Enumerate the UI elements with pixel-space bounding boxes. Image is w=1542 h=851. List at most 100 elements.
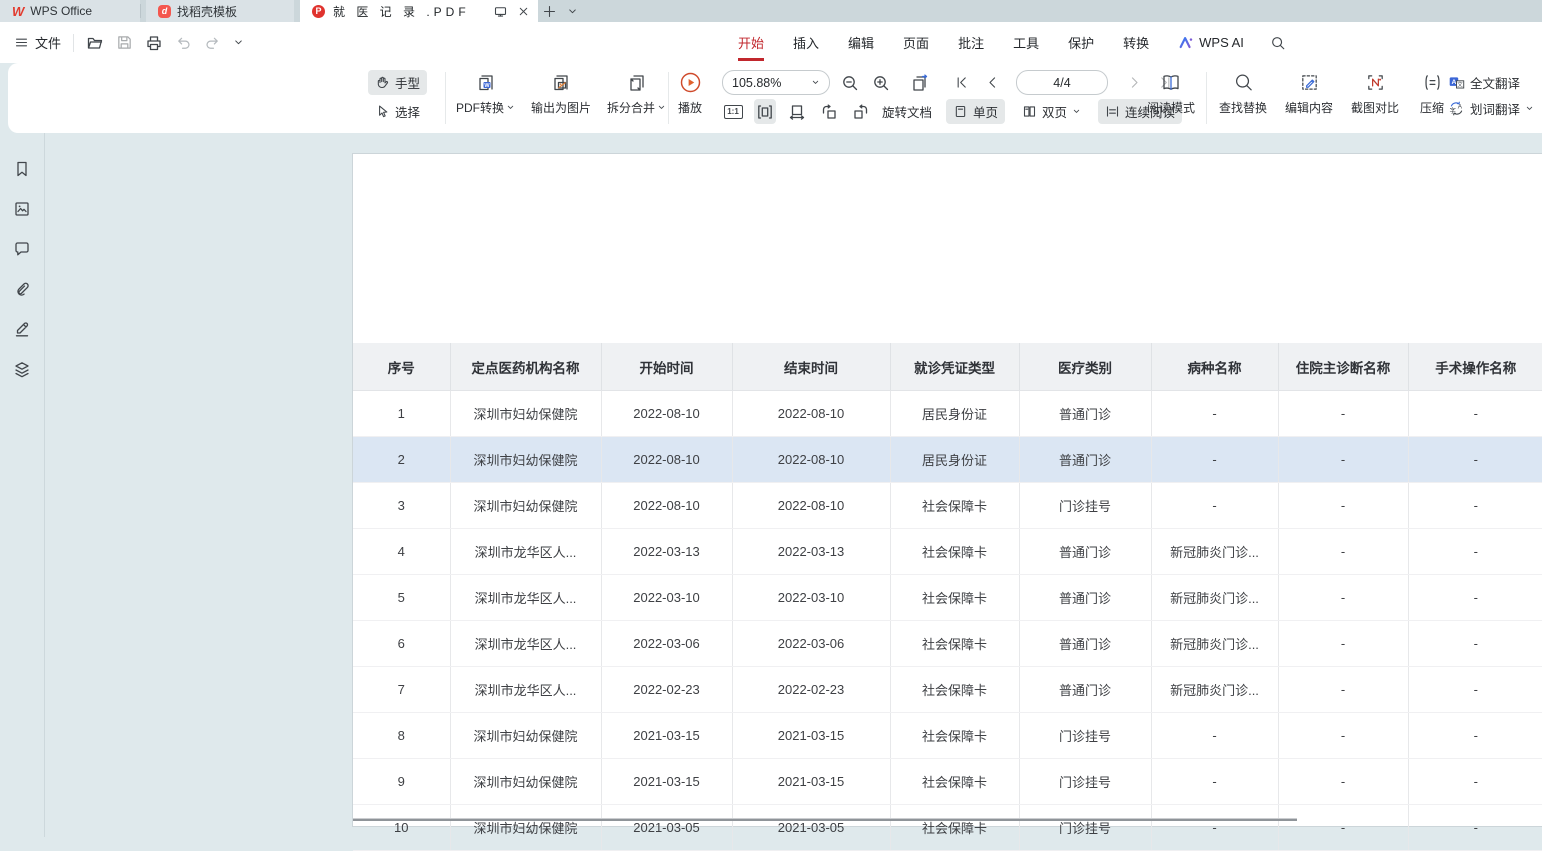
- export-as-image-button[interactable]: 输出为图片: [531, 70, 591, 116]
- previous-page-button[interactable]: [981, 70, 1003, 95]
- menu-tab-comment[interactable]: 批注: [958, 33, 984, 52]
- zoom-level-select[interactable]: 105.88%: [722, 70, 830, 95]
- single-page-button[interactable]: 单页: [946, 99, 1005, 124]
- tab-wps-home-label: WPS Office: [30, 4, 92, 18]
- table-cell: -: [1278, 483, 1408, 529]
- first-page-button[interactable]: [950, 70, 972, 95]
- column-header: 开始时间: [601, 343, 732, 391]
- find-replace-button[interactable]: 查找替换: [1214, 70, 1272, 116]
- full-translate-button[interactable]: A文 全文翻译: [1448, 73, 1534, 92]
- table-cell: -: [1278, 437, 1408, 483]
- table-cell: 深圳市妇幼保健院: [450, 391, 601, 437]
- left-panel-sidebar: [0, 133, 45, 837]
- comment-icon[interactable]: [13, 240, 31, 258]
- docer-icon: d: [158, 5, 171, 18]
- bookmark-icon[interactable]: [13, 160, 31, 178]
- tab-list-chevron-icon[interactable]: [567, 6, 578, 17]
- search-icon[interactable]: [1270, 35, 1286, 51]
- table-cell: -: [1151, 483, 1278, 529]
- single-page-icon: [953, 104, 968, 119]
- close-tab-icon[interactable]: [517, 5, 530, 18]
- table-cell: -: [1408, 529, 1542, 575]
- next-page-button[interactable]: [1123, 70, 1145, 95]
- compress-button[interactable]: 压缩: [1412, 70, 1452, 116]
- rotate-right-icon: [852, 103, 870, 121]
- menu-row: 文件 开始 插入 编辑 页面 批注 工具 保护 转换 WPS AI: [0, 22, 1542, 63]
- rotate-document-label[interactable]: 旋转文档: [882, 102, 932, 121]
- table-cell: -: [1408, 713, 1542, 759]
- select-tool-button[interactable]: 选择: [368, 99, 427, 124]
- read-mode-button[interactable]: 阅读模式: [1143, 70, 1199, 116]
- table-cell: 门诊挂号: [1019, 805, 1151, 851]
- zoom-out-button[interactable]: [839, 70, 861, 95]
- chevron-down-icon: [657, 103, 666, 112]
- attachment-paperclip-icon[interactable]: [13, 280, 31, 298]
- file-menu-button[interactable]: 文件: [14, 33, 61, 52]
- word-translate-button[interactable]: 字A 划词翻译: [1448, 99, 1534, 118]
- menu-tab-edit[interactable]: 编辑: [848, 33, 874, 52]
- save-icon[interactable]: [116, 34, 133, 51]
- signature-pen-icon[interactable]: [13, 320, 31, 338]
- table-cell: 门诊挂号: [1019, 483, 1151, 529]
- table-cell: -: [1151, 805, 1278, 851]
- layers-icon[interactable]: [13, 360, 31, 378]
- table-cell: 2021-03-15: [601, 713, 732, 759]
- one-to-one-icon: 1:1: [724, 105, 743, 119]
- table-cell: 6: [353, 621, 450, 667]
- table-cell: 2: [353, 437, 450, 483]
- hand-tool-button[interactable]: 手型: [368, 70, 427, 95]
- table-row: 9深圳市妇幼保健院2021-03-152021-03-15社会保障卡门诊挂号--…: [353, 759, 1542, 805]
- menu-tab-home[interactable]: 开始: [738, 33, 764, 52]
- compress-icon: [1422, 72, 1443, 93]
- table-row: 4深圳市龙华区人...2022-03-132022-03-13社会保障卡普通门诊…: [353, 529, 1542, 575]
- table-cell: 居民身份证: [890, 391, 1019, 437]
- table-cell: 9: [353, 759, 450, 805]
- split-merge-button[interactable]: 拆分合并: [607, 70, 666, 116]
- column-header: 就诊凭证类型: [890, 343, 1019, 391]
- table-cell: -: [1278, 621, 1408, 667]
- page-number-input[interactable]: 4/4: [1016, 70, 1108, 95]
- table-cell: -: [1151, 759, 1278, 805]
- table-cell: 7: [353, 667, 450, 713]
- cursor-icon: [375, 104, 390, 119]
- rotate-right-button[interactable]: [850, 99, 872, 124]
- menu-tab-convert[interactable]: 转换: [1123, 33, 1149, 52]
- svg-text:字: 字: [1449, 105, 1455, 114]
- menu-tab-protect[interactable]: 保护: [1068, 33, 1094, 52]
- menu-items: 开始 插入 编辑 页面 批注 工具 保护 转换 WPS AI: [738, 22, 1286, 63]
- table-row: 1深圳市妇幼保健院2022-08-102022-08-10居民身份证普通门诊--…: [353, 391, 1542, 437]
- zoom-in-button[interactable]: [870, 70, 892, 95]
- menu-tab-page[interactable]: 页面: [903, 33, 929, 52]
- tab-docer-templates[interactable]: d 找稻壳模板: [146, 0, 294, 22]
- fit-page-button[interactable]: [754, 99, 776, 124]
- screenshot-compare-button[interactable]: 截图对比: [1346, 70, 1404, 116]
- menu-tab-tools[interactable]: 工具: [1013, 33, 1039, 52]
- more-actions-chevron-icon[interactable]: [233, 37, 244, 48]
- tab-document-pdf[interactable]: P 就 医 记 录 .PDF: [300, 0, 538, 22]
- pdf-convert-button[interactable]: W PDF转换: [456, 70, 515, 116]
- table-cell: 2022-03-13: [732, 529, 890, 575]
- table-cell: 社会保障卡: [890, 713, 1019, 759]
- print-icon[interactable]: [145, 34, 163, 52]
- undo-icon[interactable]: [175, 34, 192, 51]
- edit-content-button[interactable]: 编辑内容: [1280, 70, 1338, 116]
- table-cell: 普通门诊: [1019, 437, 1151, 483]
- page-rearrange-icon[interactable]: [909, 70, 931, 95]
- table-cell: 5: [353, 575, 450, 621]
- new-tab-plus-icon[interactable]: [542, 4, 557, 19]
- table-cell: -: [1278, 529, 1408, 575]
- redo-icon[interactable]: [204, 34, 221, 51]
- play-slideshow-button[interactable]: 播放: [678, 70, 702, 116]
- wps-ai-button[interactable]: WPS AI: [1178, 35, 1244, 51]
- double-page-button[interactable]: 双页: [1015, 99, 1088, 124]
- fit-width-button[interactable]: [786, 99, 808, 124]
- open-folder-icon[interactable]: [86, 34, 104, 52]
- thumbnail-image-icon[interactable]: [13, 200, 31, 218]
- double-page-icon: [1022, 104, 1037, 119]
- menu-tab-insert[interactable]: 插入: [793, 33, 819, 52]
- actual-size-button[interactable]: 1:1: [722, 99, 744, 124]
- rotate-left-button[interactable]: [818, 99, 840, 124]
- table-cell: 门诊挂号: [1019, 713, 1151, 759]
- share-screen-icon[interactable]: [493, 4, 508, 19]
- tab-wps-home[interactable]: W WPS Office: [0, 0, 140, 22]
